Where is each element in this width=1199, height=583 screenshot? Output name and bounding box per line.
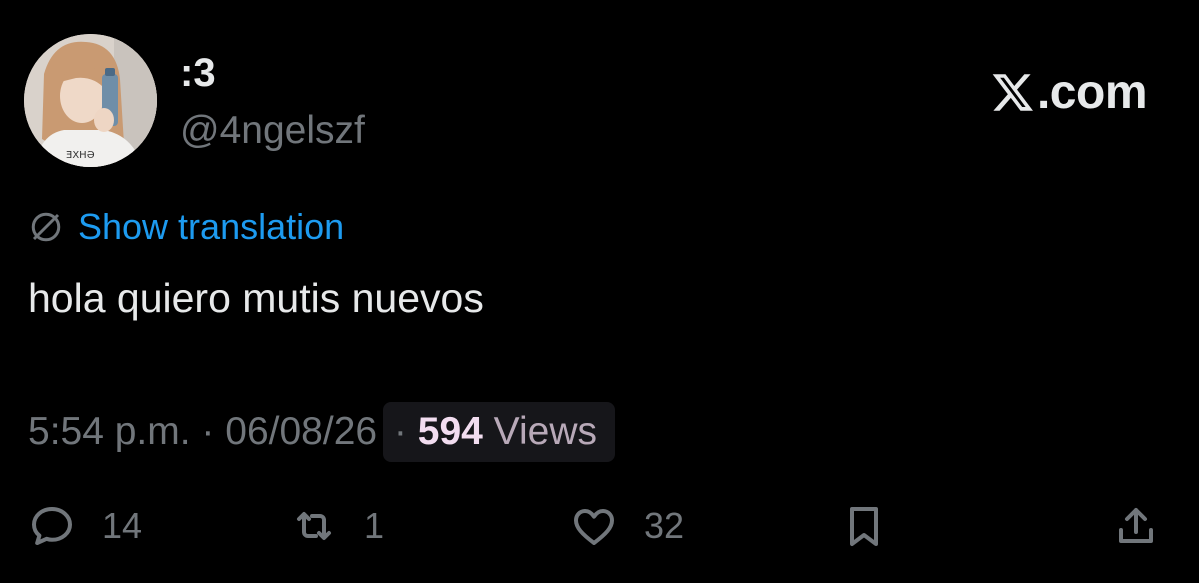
user-handle[interactable]: @4ngelszf (180, 108, 365, 154)
brand-suffix: .com (1036, 65, 1148, 119)
tweet-meta: 5:54 p.m. · 06/08/26 · 594 Views (28, 402, 615, 462)
meta-separator: · (383, 410, 418, 453)
like-button[interactable]: 32 (570, 496, 684, 556)
repost-count: 1 (364, 505, 385, 546)
x-logo-icon (992, 74, 1033, 111)
reply-count: 14 (102, 505, 143, 546)
tweet-date[interactable]: 06/08/26 (225, 410, 377, 454)
share-button[interactable] (1112, 496, 1160, 556)
reply-button[interactable]: 14 (28, 496, 142, 556)
views-box[interactable]: · 594 Views (383, 402, 615, 462)
tweet-time[interactable]: 5:54 p.m. (28, 410, 191, 454)
bookmark-icon (850, 507, 878, 546)
tweet-text: hola quiero mutis nuevos (28, 275, 484, 321)
repost-icon (297, 512, 331, 540)
show-translation-link[interactable]: Show translation (78, 205, 344, 249)
bookmark-button[interactable] (840, 496, 888, 556)
display-name[interactable]: :3 (180, 50, 216, 96)
like-count: 32 (644, 505, 685, 546)
heart-icon (574, 509, 614, 545)
action-bar: 14 1 32 (0, 496, 1199, 556)
views-count: 594 (417, 410, 483, 453)
globe-icon (31, 212, 61, 242)
svg-text:ƎXHƏ: ƎXHƏ (66, 150, 95, 161)
repost-button[interactable]: 1 (290, 496, 384, 556)
brand-logo: .com (991, 64, 1148, 120)
show-translation-row[interactable]: Show translation (28, 205, 344, 249)
meta-separator: · (190, 410, 226, 453)
reply-icon (32, 507, 72, 545)
share-icon (1119, 508, 1153, 543)
views-label: Views (482, 410, 597, 453)
avatar-photo: ƎXHƏ (24, 34, 157, 167)
avatar[interactable]: ƎXHƏ (24, 34, 157, 167)
